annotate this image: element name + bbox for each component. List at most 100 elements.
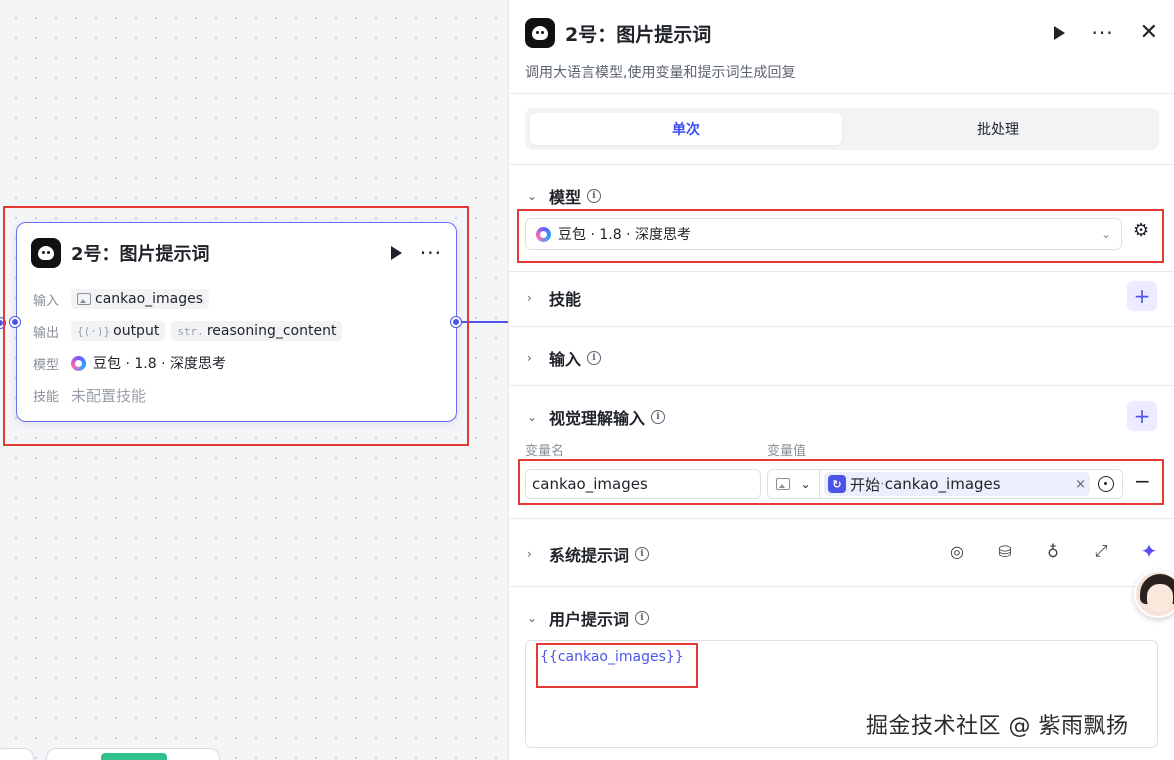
section-input-header[interactable]: › 输入 i [527, 346, 602, 370]
node-input-label: 输入 [33, 293, 60, 309]
tab-batch[interactable]: 批处理 [842, 113, 1154, 145]
expand-icon[interactable]: ⤢ [1091, 541, 1111, 561]
input-chip: cankao_images [71, 289, 210, 309]
variable-name-input[interactable]: cankao_images [525, 469, 761, 499]
model-select[interactable]: 豆包 · 1.8 · 深度思考 ⌄ [525, 218, 1122, 250]
info-icon[interactable]: i [587, 351, 602, 365]
chevron-down-icon: ⌄ [527, 611, 538, 625]
ref-variable: cankao_images [884, 475, 1001, 493]
mode-tabs: 单次 批处理 [525, 108, 1159, 150]
info-icon[interactable]: i [651, 410, 666, 424]
variable-reference-chip[interactable]: ↻ 开始 · cankao_images × [824, 472, 1090, 496]
node-title: 2号：图片提示词 [71, 244, 210, 265]
node-input-port[interactable] [10, 317, 20, 327]
node-model-label: 模型 [33, 357, 60, 373]
clear-icon[interactable]: × [1075, 477, 1086, 492]
node-output-label: 输出 [33, 325, 60, 341]
canvas-control[interactable] [0, 748, 34, 760]
ref-source: 开始 [850, 475, 881, 494]
input-chip-text: cankao_images [95, 291, 204, 307]
node-model-row: 模型 豆包 · 1.8 · 深度思考 [33, 353, 226, 373]
column-variable-name: 变量名 [525, 444, 565, 459]
sparkle-icon[interactable]: ✦ [1139, 539, 1159, 563]
chevron-right-icon: › [527, 291, 532, 305]
section-input-title: 输入 [549, 350, 582, 369]
divider [509, 326, 1174, 327]
close-icon[interactable]: ✕ [1140, 22, 1158, 44]
divider [509, 164, 1174, 165]
assistant-avatar[interactable] [1134, 570, 1174, 618]
remove-row-button[interactable]: − [1134, 471, 1151, 491]
reasoning-chip-text: reasoning_content [206, 323, 337, 339]
section-system-prompt-title: 系统提示词 [549, 546, 630, 565]
robot-icon [31, 238, 61, 268]
library-icon[interactable]: ⛁ [995, 541, 1015, 561]
gear-icon[interactable]: ⚙ [1133, 222, 1149, 240]
bulb-icon[interactable]: ♁ [1043, 541, 1063, 561]
object-type-icon: {(·)} [77, 324, 111, 338]
chevron-down-icon: ⌄ [800, 477, 811, 491]
section-model-header[interactable]: ⌄ 模型 i [527, 184, 602, 208]
divider [509, 586, 1174, 587]
reasoning-chip: str. reasoning_content [171, 321, 343, 341]
chevron-down-icon: ⌄ [527, 189, 538, 203]
panel-title: 2号：图片提示词 [565, 23, 712, 46]
section-model-title: 模型 [549, 188, 582, 207]
node-model-value: 豆包 · 1.8 · 深度思考 [93, 356, 226, 372]
chevron-right-icon: › [527, 351, 532, 365]
panel-description: 调用大语言模型,使用变量和提示词生成回复 [525, 65, 796, 81]
node-input-row: 输入 cankao_images [33, 289, 215, 309]
llm-node-card[interactable]: 2号：图片提示词 ··· 输入 cankao_images 输出 {(·)} o… [10, 222, 461, 422]
watermark: 掘金技术社区 @ 紫雨飘扬 [866, 714, 1129, 739]
more-icon[interactable]: ··· [420, 243, 442, 263]
divider [509, 518, 1174, 519]
section-vision-header[interactable]: ⌄ 视觉理解输入 i [527, 405, 666, 429]
section-skills-header[interactable]: › 技能 [527, 286, 581, 310]
node-output-port[interactable] [451, 317, 461, 327]
connection-edge[interactable] [460, 321, 508, 323]
compass-icon[interactable]: ◎ [947, 541, 967, 561]
workflow-canvas[interactable]: 2号：图片提示词 ··· 输入 cankao_images 输出 {(·)} o… [0, 0, 508, 760]
user-prompt-text: {{cankao_images}} [540, 649, 684, 665]
divider [509, 385, 1174, 386]
variable-value-field[interactable]: ⌄ ↻ 开始 · cankao_images × [767, 469, 1123, 499]
target-icon[interactable] [1098, 476, 1114, 492]
section-user-prompt-header[interactable]: ⌄ 用户提示词 i [527, 606, 650, 630]
string-type-icon: str. [177, 324, 204, 338]
add-vision-input-button[interactable]: + [1127, 401, 1157, 431]
column-variable-value: 变量值 [767, 444, 807, 459]
output-chip-text: output [113, 323, 160, 339]
node-config-panel: 2号：图片提示词 ··· ✕ 调用大语言模型,使用变量和提示词生成回复 单次 批… [508, 0, 1174, 760]
image-icon [776, 478, 791, 490]
tab-single[interactable]: 单次 [530, 113, 842, 145]
prompt-toolbar: ◎ ⛁ ♁ ⤢ ✦ [947, 539, 1159, 563]
type-selector[interactable]: ⌄ [768, 470, 820, 498]
section-vision-title: 视觉理解输入 [549, 409, 646, 428]
add-skill-button[interactable]: + [1127, 281, 1157, 311]
play-icon[interactable] [1054, 26, 1066, 40]
output-chip: {(·)} output [71, 321, 166, 341]
more-icon[interactable]: ··· [1091, 23, 1113, 43]
chevron-down-icon: ⌄ [1100, 227, 1111, 241]
start-node-icon: ↻ [828, 475, 846, 493]
model-select-value: 豆包 · 1.8 · 深度思考 [558, 227, 691, 243]
chevron-right-icon: › [527, 547, 532, 561]
divider [509, 271, 1174, 272]
section-system-prompt-header[interactable]: › 系统提示词 i [527, 542, 650, 566]
image-icon [77, 293, 91, 305]
node-skill-value: 未配置技能 [71, 387, 147, 405]
doubao-logo-icon [536, 226, 551, 242]
robot-icon [525, 18, 555, 48]
input-port[interactable] [0, 318, 5, 328]
doubao-logo-icon [71, 355, 86, 371]
info-icon[interactable]: i [587, 189, 602, 203]
section-skills-title: 技能 [549, 290, 582, 309]
info-icon[interactable]: i [635, 547, 650, 561]
info-icon[interactable]: i [635, 611, 650, 625]
node-output-row: 输出 {(·)} output str. reasoning_content [33, 321, 348, 341]
panel-header: 2号：图片提示词 ··· ✕ [525, 17, 1158, 49]
canvas-control-group[interactable] [46, 748, 220, 760]
divider [509, 93, 1174, 94]
node-header: 2号：图片提示词 ··· [31, 237, 442, 269]
play-icon[interactable] [390, 246, 402, 260]
